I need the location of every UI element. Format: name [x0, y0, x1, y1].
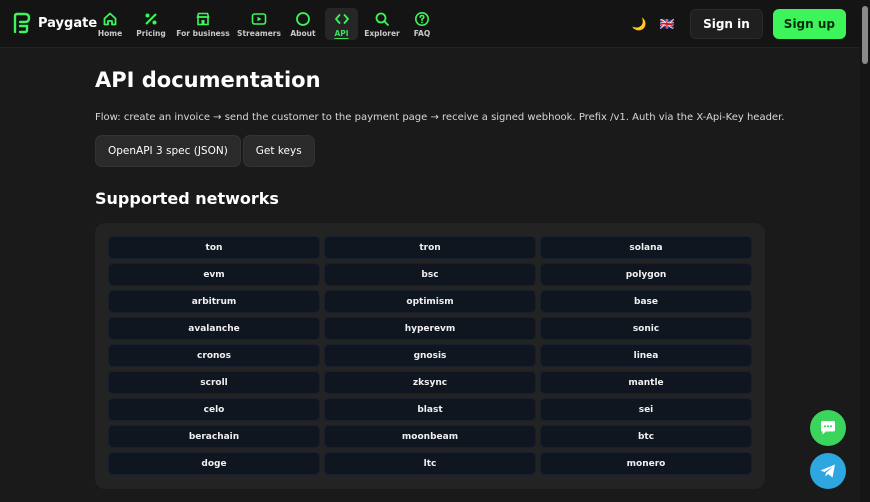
network-chip: zksync [324, 371, 536, 394]
network-chip: scroll [108, 371, 320, 394]
question-icon [415, 11, 429, 26]
home-icon [103, 12, 117, 25]
top-navigation-bar: Paygate Home Pricing For business Stream… [0, 0, 860, 48]
network-chip: linea [540, 344, 752, 367]
nav-item-about[interactable]: About [285, 8, 321, 40]
scrollbar-thumb[interactable] [862, 6, 868, 64]
network-chip: bsc [324, 263, 536, 286]
store-icon [196, 12, 210, 25]
nav-item-api[interactable]: API [325, 8, 358, 40]
page-title: API documentation [95, 68, 321, 92]
flow-description: Flow: create an invoice → send the custo… [95, 112, 785, 123]
network-chip: mantle [540, 371, 752, 394]
main-content: API documentation Flow: create an invoic… [95, 68, 785, 208]
header-actions: 🌙 🇬🇧 Sign in Sign up [628, 9, 846, 39]
network-chip: blast [324, 398, 536, 421]
theme-toggle-moon-icon[interactable]: 🌙 [628, 13, 650, 35]
network-chip: gnosis [324, 344, 536, 367]
network-chip: celo [108, 398, 320, 421]
language-flag-icon[interactable]: 🇬🇧 [656, 13, 678, 35]
network-chip: cronos [108, 344, 320, 367]
doc-actions: OpenAPI 3 spec (JSON) Get keys [95, 135, 765, 167]
network-chip: btc [540, 425, 752, 448]
networks-grid: ton tron solana evm bsc polygon arbitrum optimi… [108, 236, 752, 475]
nav-item-explorer[interactable]: Explorer [362, 8, 402, 40]
network-chip: sei [540, 398, 752, 421]
page-scrollbar[interactable] [860, 0, 870, 502]
network-chip: avalanche [108, 317, 320, 340]
nav-item-home[interactable]: Home [93, 8, 127, 40]
supported-networks-title: Supported networks [95, 189, 279, 208]
nav-item-pricing[interactable]: Pricing [129, 8, 173, 40]
network-chip: berachain [108, 425, 320, 448]
telegram-icon [820, 464, 835, 478]
brand-name: Paygate [38, 15, 98, 31]
play-icon [251, 12, 267, 25]
network-chip: hyperevm [324, 317, 536, 340]
nav-item-streamers[interactable]: Streamers [235, 8, 283, 40]
network-chip: moonbeam [324, 425, 536, 448]
network-chip: optimism [324, 290, 536, 313]
brand-logo[interactable]: Paygate [12, 12, 97, 34]
network-chip: solana [540, 236, 752, 259]
nav-item-for-business[interactable]: For business [175, 8, 231, 40]
chat-icon [821, 421, 835, 435]
sign-up-button[interactable]: Sign up [772, 9, 846, 39]
main-nav: Home Pricing For business Streamers Abou… [93, 8, 438, 40]
network-chip: base [540, 290, 752, 313]
nav-item-faq[interactable]: FAQ [406, 8, 438, 40]
percent-icon [145, 12, 157, 25]
network-chip: ton [108, 236, 320, 259]
network-chip: ltc [324, 452, 536, 475]
search-icon [375, 12, 389, 26]
circle-icon [296, 11, 310, 26]
code-icon [334, 13, 349, 24]
network-chip: doge [108, 452, 320, 475]
chat-button[interactable] [810, 410, 846, 446]
network-chip: monero [540, 452, 752, 475]
network-chip: evm [108, 263, 320, 286]
networks-panel: ton tron solana evm bsc polygon arbitrum optimi… [95, 223, 765, 489]
network-chip: sonic [540, 317, 752, 340]
network-chip: tron [324, 236, 536, 259]
sign-in-button[interactable]: Sign in [690, 9, 763, 39]
telegram-button[interactable] [810, 453, 846, 489]
get-keys-button[interactable]: Get keys [242, 135, 315, 167]
network-chip: polygon [540, 263, 752, 286]
openapi-spec-button[interactable]: OpenAPI 3 spec (JSON) [95, 135, 241, 167]
paygate-logo-icon [13, 12, 31, 34]
network-chip: arbitrum [108, 290, 320, 313]
